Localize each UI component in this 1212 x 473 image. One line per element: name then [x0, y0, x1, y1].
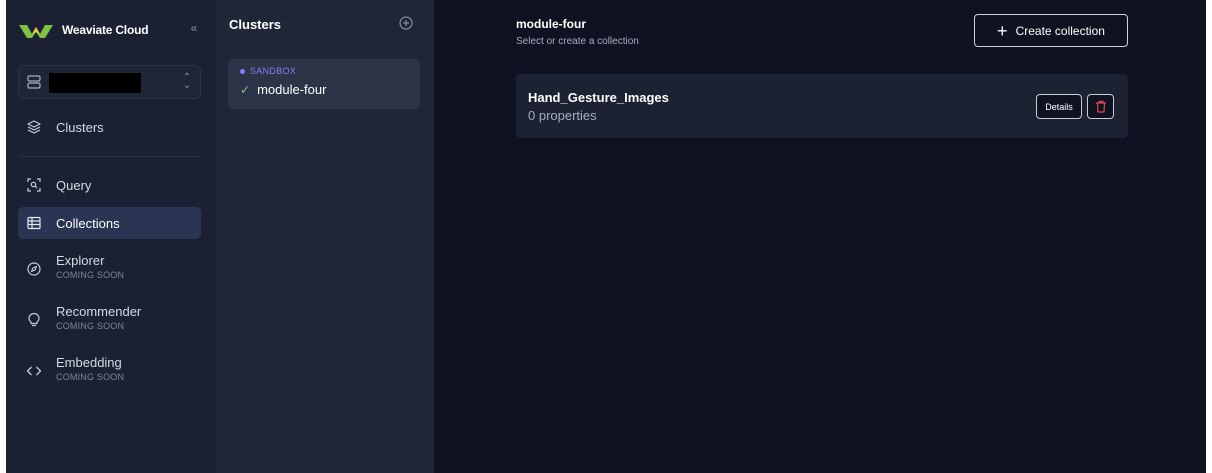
- sidebar: Weaviate Cloud « ⌃ ⌄ Clusters Query Coll…: [6, 0, 214, 473]
- redacted-cluster-name: [49, 73, 141, 93]
- coming-soon-badge: COMING SOON: [56, 321, 125, 331]
- coming-soon-badge: COMING SOON: [56, 270, 125, 280]
- sidebar-item-label: Embedding: [56, 355, 122, 370]
- sidebar-item-recommender[interactable]: Recommender COMING SOON: [18, 302, 201, 338]
- main-content: module-four Select or create a collectio…: [434, 0, 1206, 473]
- sidebar-item-collections[interactable]: Collections: [18, 207, 201, 239]
- sidebar-item-explorer[interactable]: Explorer COMING SOON: [18, 251, 201, 287]
- sidebar-item-label: Recommender: [56, 304, 142, 319]
- collection-card[interactable]: Hand_Gesture_Images 0 properties Details: [516, 74, 1128, 138]
- chevron-up-down-icon: ⌃ ⌄: [182, 72, 192, 91]
- sidebar-item-label: Clusters: [56, 119, 104, 135]
- clusters-panel: Clusters SANDBOX ✓ module-four: [214, 0, 434, 473]
- trash-icon: [1095, 100, 1106, 113]
- sidebar-item-label: Explorer: [56, 253, 105, 268]
- collection-name: Hand_Gesture_Images: [528, 90, 669, 105]
- code-icon: [26, 363, 42, 379]
- app-window: Weaviate Cloud « ⌃ ⌄ Clusters Query Coll…: [6, 0, 1206, 473]
- weaviate-logo-icon: [19, 25, 53, 38]
- sidebar-item-embedding[interactable]: Embedding COMING SOON: [18, 353, 201, 389]
- coming-soon-badge: COMING SOON: [56, 372, 125, 382]
- page-subtitle: Select or create a collection: [516, 36, 639, 47]
- plus-circle-icon[interactable]: [399, 16, 413, 30]
- sidebar-item-clusters[interactable]: Clusters: [18, 111, 201, 143]
- collection-property-count: 0 properties: [528, 108, 597, 123]
- table-icon: [26, 215, 42, 231]
- create-collection-button[interactable]: + Create collection: [974, 14, 1128, 47]
- page-title: module-four: [516, 17, 586, 31]
- cluster-card-selected[interactable]: SANDBOX ✓ module-four: [228, 59, 420, 109]
- sidebar-divider: [18, 156, 201, 157]
- create-collection-label: Create collection: [1015, 23, 1105, 38]
- compass-icon: [26, 261, 42, 277]
- lightbulb-icon: [26, 312, 42, 328]
- check-icon: ✓: [240, 82, 251, 97]
- sidebar-item-label: Collections: [56, 215, 120, 231]
- brand-name: Weaviate Cloud: [62, 23, 149, 37]
- sidebar-item-label: Query: [56, 177, 92, 193]
- details-button[interactable]: Details: [1036, 94, 1082, 119]
- server-icon: [27, 75, 41, 89]
- layers-icon: [26, 119, 42, 135]
- clusters-panel-title: Clusters: [229, 17, 282, 32]
- chevrons-left-icon[interactable]: «: [186, 20, 202, 36]
- status-dot: [240, 68, 245, 74]
- plus-icon: +: [997, 20, 1008, 41]
- cluster-selector[interactable]: ⌃ ⌄: [18, 65, 201, 99]
- cluster-tier-label: SANDBOX: [250, 66, 297, 76]
- sidebar-item-query[interactable]: Query: [18, 169, 201, 201]
- scan-search-icon: [26, 177, 42, 193]
- brand[interactable]: Weaviate Cloud: [18, 0, 202, 60]
- cluster-name: module-four: [257, 82, 327, 97]
- delete-collection-button[interactable]: [1087, 94, 1114, 119]
- cluster-name-row: ✓ module-four: [240, 82, 326, 97]
- cluster-tier-tag: SANDBOX: [240, 66, 296, 76]
